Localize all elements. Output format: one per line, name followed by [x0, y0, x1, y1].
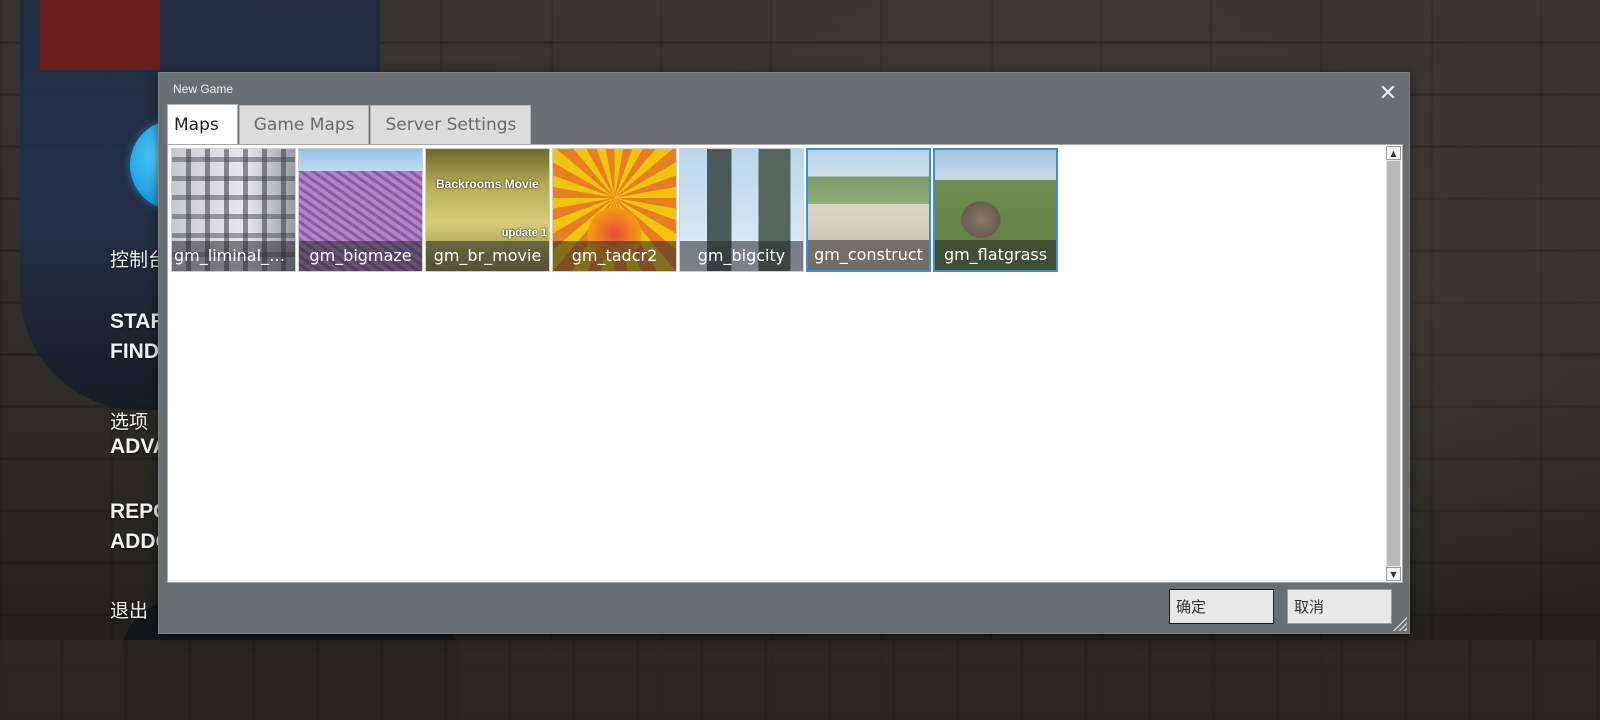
- map-tile[interactable]: Backrooms Movie update 1 gm_br_movie: [425, 148, 550, 272]
- tab-maps[interactable]: Maps: [167, 104, 238, 144]
- map-name: gm_liminal_h...: [172, 241, 295, 271]
- close-icon[interactable]: ✕: [1377, 83, 1399, 105]
- map-tile[interactable]: gm_flatgrass: [933, 148, 1058, 272]
- map-name: gm_br_movie: [426, 241, 549, 271]
- tab-server-settings[interactable]: Server Settings: [370, 105, 532, 144]
- background-floor: [0, 640, 1600, 720]
- map-tile[interactable]: gm_construct: [806, 148, 931, 272]
- scroll-thumb[interactable]: [1387, 161, 1400, 566]
- map-tile[interactable]: gm_tadcr2: [552, 148, 677, 272]
- map-name: gm_bigcity: [680, 241, 803, 271]
- menu-item-quit[interactable]: 退出: [110, 596, 148, 623]
- maps-panel: gm_liminal_h... gm_bigmaze Backrooms Mov…: [167, 144, 1403, 583]
- map-tile[interactable]: gm_liminal_h...: [171, 148, 296, 272]
- tab-bar: Maps Game Maps Server Settings: [167, 104, 532, 144]
- tab-game-maps[interactable]: Game Maps: [238, 105, 370, 144]
- dialog-title: New Game: [173, 82, 234, 96]
- map-grid: gm_liminal_h... gm_bigmaze Backrooms Mov…: [171, 148, 1058, 272]
- scroll-up-icon[interactable]: ▲: [1386, 146, 1401, 160]
- new-game-dialog: New Game ✕ Maps Game Maps Server Setting…: [158, 72, 1410, 634]
- background-character-detail: [40, 0, 160, 70]
- map-tile[interactable]: gm_bigcity: [679, 148, 804, 272]
- resize-grip-icon[interactable]: [1391, 615, 1407, 631]
- ok-button[interactable]: 确定: [1169, 589, 1274, 624]
- map-name: gm_tadcr2: [553, 241, 676, 271]
- thumbnail-caption: Backrooms Movie: [436, 177, 539, 191]
- vertical-scrollbar[interactable]: ▲ ▼: [1386, 146, 1401, 581]
- map-tile[interactable]: gm_bigmaze: [298, 148, 423, 272]
- thumbnail-caption: update 1: [501, 227, 547, 239]
- cancel-button[interactable]: 取消: [1287, 589, 1392, 624]
- map-name: gm_flatgrass: [935, 240, 1056, 270]
- menu-item-options[interactable]: 选项: [110, 407, 148, 434]
- map-name: gm_bigmaze: [299, 241, 422, 271]
- map-name: gm_construct: [808, 240, 929, 270]
- scroll-down-icon[interactable]: ▼: [1386, 567, 1401, 581]
